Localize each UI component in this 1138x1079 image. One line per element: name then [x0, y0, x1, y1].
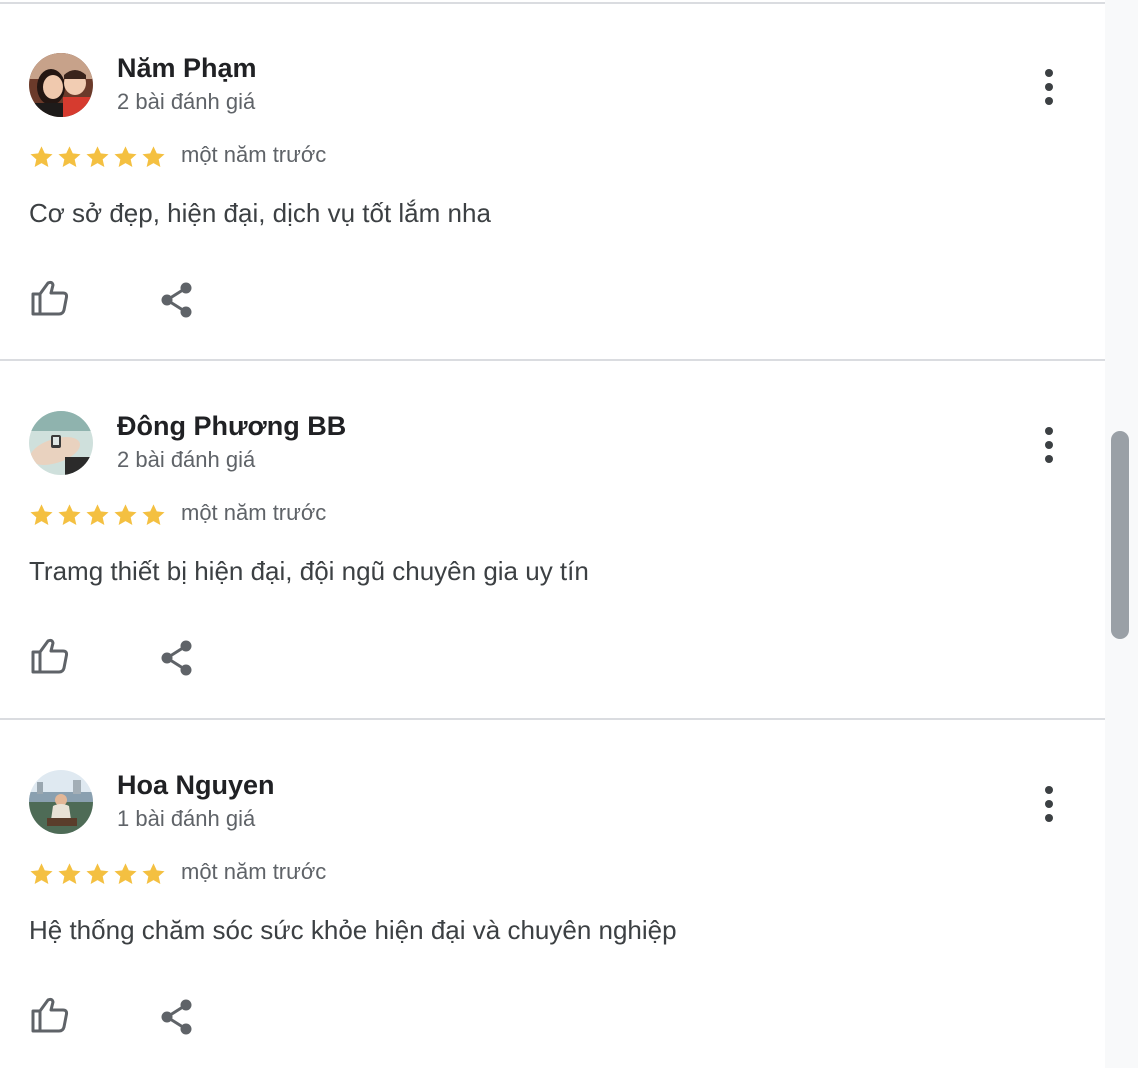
- review-text: Hệ thống chăm sóc sức khỏe hiện đại và c…: [29, 915, 677, 945]
- star-icon: [58, 146, 81, 168]
- review-time: một năm trước: [181, 859, 327, 884]
- thumbs-up-icon: [31, 997, 69, 1033]
- review-time: một năm trước: [181, 500, 327, 525]
- review-time: một năm trước: [181, 142, 327, 167]
- more-vert-icon: [1045, 427, 1053, 463]
- share-icon: [161, 282, 192, 318]
- divider: [0, 359, 1105, 361]
- star-icon: [86, 146, 109, 168]
- more-vert-icon: [1045, 69, 1053, 105]
- more-options-button[interactable]: [1036, 785, 1062, 823]
- avatar[interactable]: [29, 53, 93, 117]
- star-icon: [86, 863, 109, 885]
- star-icon: [142, 863, 165, 885]
- review-card: Hoa Nguyen 1 bài đánh giá một năm trước …: [0, 721, 1105, 1079]
- review-text: Tramg thiết bị hiện đại, đội ngũ chuyên …: [29, 556, 589, 586]
- star-icon: [114, 146, 137, 168]
- reviewer-review-count: 1 bài đánh giá: [117, 806, 256, 831]
- star-icon: [58, 504, 81, 526]
- thumbs-up-icon: [31, 638, 69, 674]
- star-icon: [30, 504, 53, 526]
- scrollbar-thumb[interactable]: [1111, 431, 1129, 639]
- share-button[interactable]: [158, 997, 196, 1037]
- avatar[interactable]: [29, 411, 93, 475]
- share-icon: [161, 999, 192, 1035]
- share-icon: [161, 640, 192, 676]
- star-rating: [28, 858, 167, 890]
- reviewer-review-count: 2 bài đánh giá: [117, 447, 256, 472]
- star-icon: [30, 863, 53, 885]
- star-icon: [114, 504, 137, 526]
- like-button[interactable]: [30, 995, 70, 1035]
- reviewer-review-count: 2 bài đánh giá: [117, 89, 256, 114]
- star-icon: [114, 863, 137, 885]
- star-icon: [86, 504, 109, 526]
- share-button[interactable]: [158, 638, 196, 678]
- like-button[interactable]: [30, 278, 70, 318]
- review-card: Đông Phương BB 2 bài đánh giá một năm tr…: [0, 362, 1105, 720]
- more-options-button[interactable]: [1036, 426, 1062, 464]
- star-rating: [28, 499, 167, 531]
- reviews-list: Năm Phạm 2 bài đánh giá một năm trước Cơ…: [0, 0, 1105, 1068]
- review-text: Cơ sở đẹp, hiện đại, dịch vụ tốt lắm nha: [29, 198, 491, 228]
- star-icon: [142, 146, 165, 168]
- more-vert-icon: [1045, 786, 1053, 822]
- more-options-button[interactable]: [1036, 68, 1062, 106]
- star-icon: [30, 146, 53, 168]
- thumbs-up-icon: [31, 280, 69, 316]
- avatar[interactable]: [29, 770, 93, 834]
- like-button[interactable]: [30, 636, 70, 676]
- star-icon: [58, 863, 81, 885]
- divider: [0, 718, 1105, 720]
- reviewer-name[interactable]: Hoa Nguyen: [117, 770, 275, 801]
- reviewer-name[interactable]: Năm Phạm: [117, 53, 257, 84]
- review-card: Năm Phạm 2 bài đánh giá một năm trước Cơ…: [0, 4, 1105, 362]
- reviewer-name[interactable]: Đông Phương BB: [117, 411, 346, 442]
- star-rating: [28, 141, 167, 173]
- share-button[interactable]: [158, 280, 196, 320]
- star-icon: [142, 504, 165, 526]
